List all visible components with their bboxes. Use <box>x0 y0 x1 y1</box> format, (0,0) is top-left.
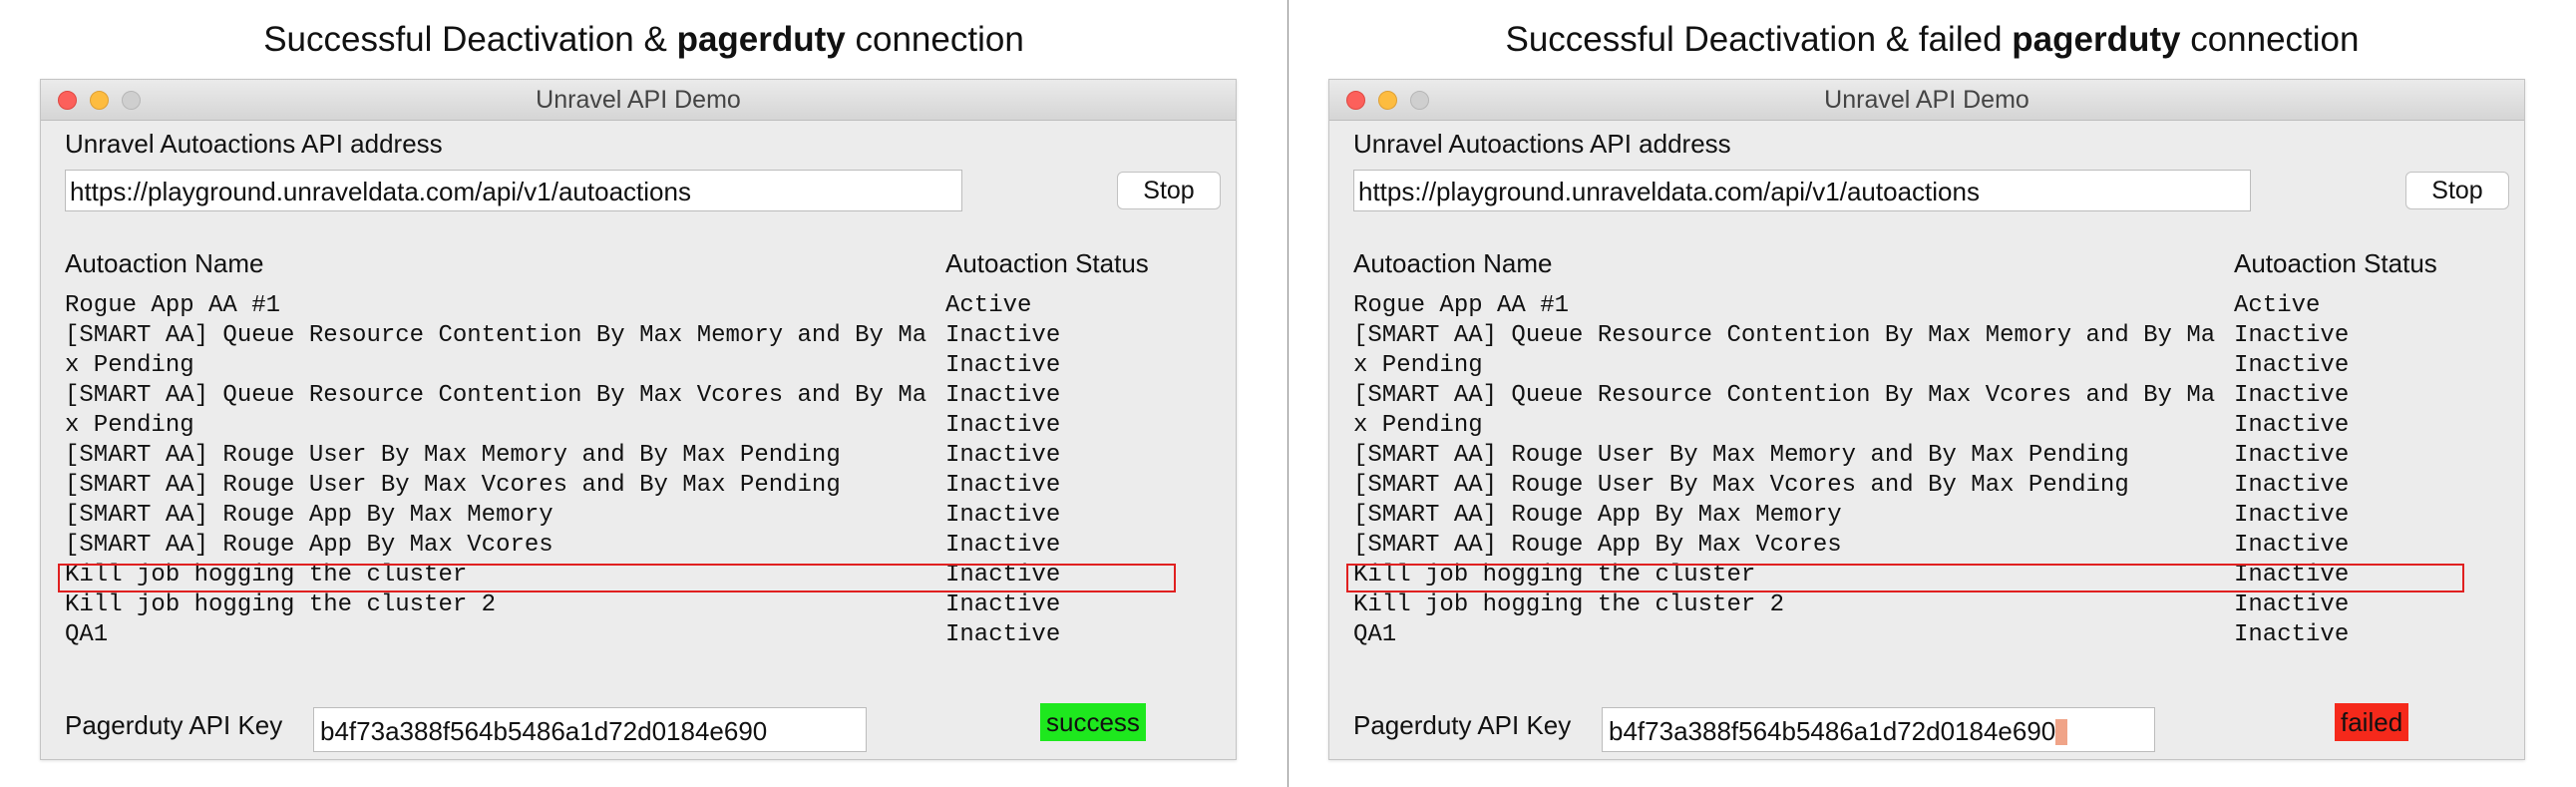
column-header-status: Autoaction Status <box>945 248 1149 278</box>
column-header-name: Autoaction Name <box>1353 248 1553 278</box>
list-item-name: x Pending <box>65 412 194 439</box>
list-item-name: x Pending <box>1353 412 1483 439</box>
column-header-name: Autoaction Name <box>65 248 264 278</box>
stop-button[interactable]: Stop <box>2405 172 2509 209</box>
list-item-name: [SMART AA] Rouge App By Max Memory <box>1353 502 1842 529</box>
list-item-status: Inactive <box>2234 532 2350 559</box>
left-panel: Successful Deactivation & pagerduty conn… <box>0 0 1288 787</box>
list-item-name: [SMART AA] Rouge User By Max Memory and … <box>65 442 841 469</box>
list-item-status: Inactive <box>2234 322 2350 349</box>
pagerduty-key-input[interactable]: b4f73a388f564b5486a1d72d0184e690 <box>313 707 867 752</box>
list-item-name: [SMART AA] Rouge User By Max Vcores and … <box>1353 472 2129 499</box>
list-item-status: Inactive <box>945 591 1061 618</box>
pagerduty-key-value: b4f73a388f564b5486a1d72d0184e690 <box>1609 716 2056 746</box>
list-item-status: Inactive <box>945 472 1061 499</box>
status-badge: success <box>1040 703 1146 741</box>
list-item-status: Inactive <box>2234 621 2350 648</box>
list-item-name: x Pending <box>1353 352 1483 379</box>
title-bar[interactable]: Unravel API Demo <box>41 80 1236 121</box>
pagerduty-key-input[interactable]: b4f73a388f564b5486a1d72d0184e690 <box>1602 707 2155 752</box>
highlight-box <box>1346 564 2464 592</box>
list-item-name: [SMART AA] Rouge User By Max Memory and … <box>1353 442 2129 469</box>
list-item-name: Rogue App AA #1 <box>65 292 281 319</box>
list-item-status: Inactive <box>2234 412 2350 439</box>
app-window: Unravel API Demo Unravel Autoactions API… <box>1328 79 2525 760</box>
list-item-status: Inactive <box>2234 502 2350 529</box>
pagerduty-label: Pagerduty API Key <box>65 710 283 740</box>
column-header-status: Autoaction Status <box>2234 248 2437 278</box>
list-item-status: Inactive <box>945 442 1061 469</box>
list-item-status: Inactive <box>2234 442 2350 469</box>
list-item-status: Inactive <box>945 532 1061 559</box>
highlight-box <box>58 564 1176 592</box>
list-item-name: [SMART AA] Queue Resource Contention By … <box>1353 382 2216 409</box>
pagerduty-label: Pagerduty API Key <box>1353 710 1572 740</box>
list-item-status: Inactive <box>945 502 1061 529</box>
list-item-name: QA1 <box>65 621 109 648</box>
right-panel: Successful Deactivation & failed pagerdu… <box>1288 0 2576 787</box>
list-item-status: Active <box>2234 292 2321 319</box>
list-item-status: Inactive <box>2234 591 2350 618</box>
status-badge: failed <box>2335 703 2409 741</box>
list-item-name: [SMART AA] Queue Resource Contention By … <box>65 382 927 409</box>
window-title: Unravel API Demo <box>536 86 741 114</box>
panel-caption: Successful Deactivation & failed pagerdu… <box>1505 20 2360 59</box>
list-item-name: Kill job hogging the cluster 2 <box>65 591 497 618</box>
address-label: Unravel Autoactions API address <box>65 129 443 159</box>
list-item-name: Rogue App AA #1 <box>1353 292 1570 319</box>
list-item-status: Inactive <box>945 382 1061 409</box>
address-label: Unravel Autoactions API address <box>1353 129 1731 159</box>
list-item-status: Inactive <box>2234 382 2350 409</box>
stop-button[interactable]: Stop <box>1117 172 1221 209</box>
title-bar[interactable]: Unravel API Demo <box>1329 80 2524 121</box>
list-item-status: Inactive <box>945 352 1061 379</box>
list-item-name: [SMART AA] Queue Resource Contention By … <box>1353 322 2216 349</box>
list-item-status: Inactive <box>945 322 1061 349</box>
address-input[interactable]: https://playground.unraveldata.com/api/v… <box>65 170 962 211</box>
panel-caption: Successful Deactivation & pagerduty conn… <box>263 20 1024 59</box>
list-item-name: [SMART AA] Rouge App By Max Vcores <box>65 532 553 559</box>
window-title: Unravel API Demo <box>1824 86 2029 114</box>
list-item-name: x Pending <box>65 352 194 379</box>
app-window: Unravel API Demo Unravel Autoactions API… <box>40 79 1237 760</box>
list-item-name: [SMART AA] Queue Resource Contention By … <box>65 322 927 349</box>
list-item-status: Inactive <box>945 621 1061 648</box>
list-item-status: Inactive <box>2234 352 2350 379</box>
pagerduty-key-value: b4f73a388f564b5486a1d72d0184e690 <box>320 716 768 746</box>
list-item-name: Kill job hogging the cluster 2 <box>1353 591 1785 618</box>
list-item-name: [SMART AA] Rouge App By Max Memory <box>65 502 553 529</box>
list-item-status: Inactive <box>2234 472 2350 499</box>
list-item-name: [SMART AA] Rouge User By Max Vcores and … <box>65 472 841 499</box>
list-item-status: Active <box>945 292 1032 319</box>
list-item-status: Inactive <box>945 412 1061 439</box>
list-item-name: QA1 <box>1353 621 1397 648</box>
address-input[interactable]: https://playground.unraveldata.com/api/v… <box>1353 170 2251 211</box>
list-item-name: [SMART AA] Rouge App By Max Vcores <box>1353 532 1842 559</box>
text-cursor <box>2055 719 2068 745</box>
